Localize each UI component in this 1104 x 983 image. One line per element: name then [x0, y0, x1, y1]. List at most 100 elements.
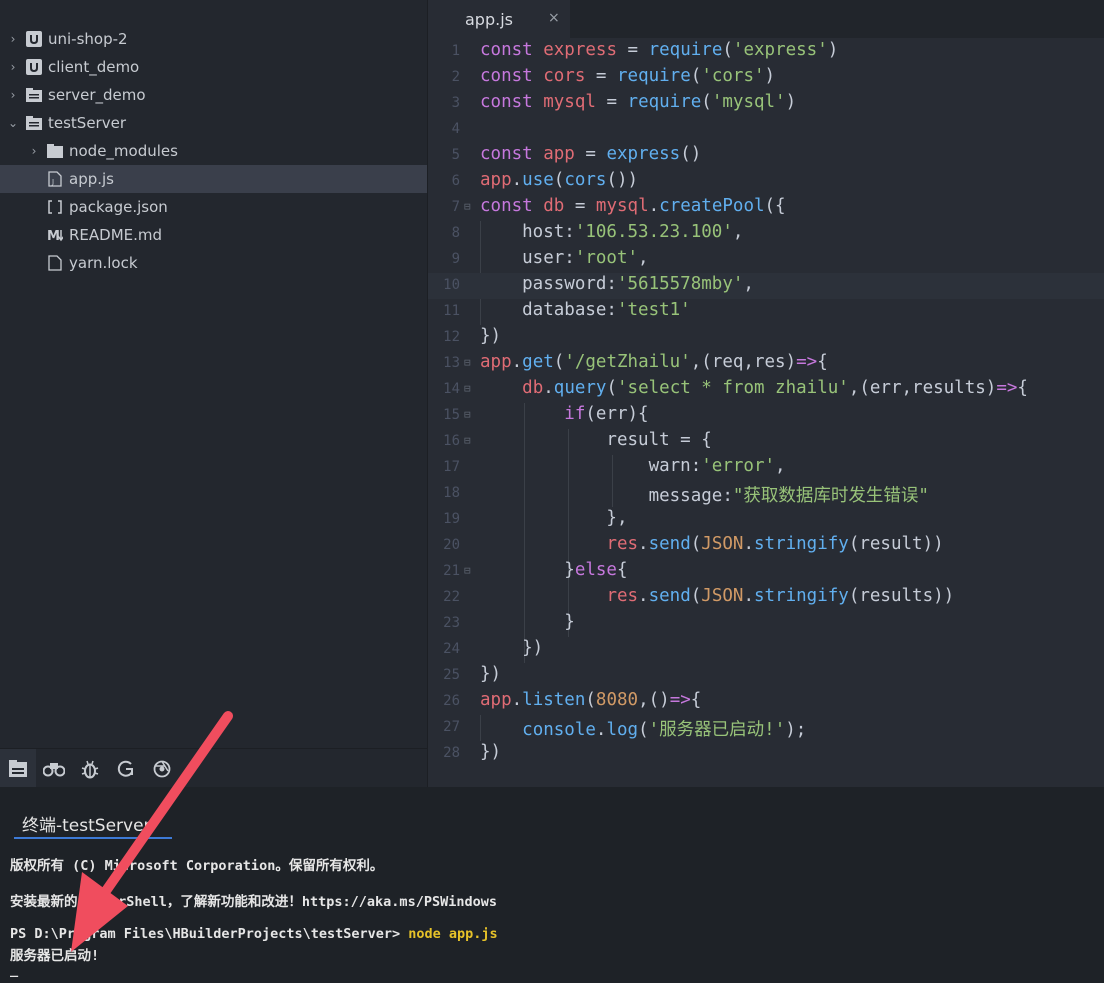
- fold-toggle-icon[interactable]: ⊟: [464, 200, 471, 213]
- code-line[interactable]: 8 host:'106.53.23.100',: [428, 221, 1104, 247]
- code-token: get: [522, 352, 554, 372]
- code-token: const: [480, 66, 533, 86]
- code-token: app: [480, 170, 512, 190]
- code-area[interactable]: 1 const express = require('express') 2 cons…: [428, 39, 1104, 767]
- code-token: (results)): [848, 586, 955, 606]
- tree-item-readme-md[interactable]: M README.md: [0, 221, 427, 249]
- code-text: user:'root',: [480, 248, 649, 268]
- code-text: }: [480, 612, 575, 632]
- line-number: 8: [451, 225, 460, 241]
- tree-item-server-demo[interactable]: › server_demo: [0, 81, 427, 109]
- tree-item-yarn-lock[interactable]: yarn.lock: [0, 249, 427, 277]
- git-icon[interactable]: [108, 749, 144, 788]
- code-line[interactable]: 12}): [428, 325, 1104, 351]
- code-line[interactable]: 2 const cors = require('cors'): [428, 65, 1104, 91]
- code-line[interactable]: 26 app.listen(8080,()=>{: [428, 689, 1104, 715]
- code-token: "获取数据库时发生错误": [732, 486, 929, 506]
- code-line[interactable]: 13 ⊟ app.get('/getZhailu',(req,res)=>{: [428, 351, 1104, 377]
- close-icon[interactable]: ×: [548, 10, 560, 26]
- search-binoculars-icon[interactable]: [36, 749, 72, 788]
- tree-item-uni-shop-2[interactable]: › uni-shop-2: [0, 25, 427, 53]
- code-line[interactable]: 11 database:'test1': [428, 299, 1104, 325]
- code-token: ,: [638, 248, 649, 268]
- terminal-cursor[interactable]: _: [10, 962, 18, 978]
- code-line[interactable]: 22 res.send(JSON.stringify(results)): [428, 585, 1104, 611]
- code-line[interactable]: 15 ⊟ if(err){: [428, 403, 1104, 429]
- code-line[interactable]: 6 app.use(cors()): [428, 169, 1104, 195]
- tree-item-node-modules[interactable]: › node_modules: [0, 137, 427, 165]
- code-token: ): [827, 40, 839, 60]
- line-number: 6: [451, 173, 460, 189]
- code-line[interactable]: 23 }: [428, 611, 1104, 637]
- code-line[interactable]: 28}): [428, 741, 1104, 767]
- terminal-tab[interactable]: 终端-testServer: [14, 809, 172, 839]
- line-number: 25: [443, 667, 460, 683]
- code-line[interactable]: 3 const mysql = require('mysql'): [428, 91, 1104, 117]
- code-line[interactable]: 18 message:"获取数据库时发生错误": [428, 481, 1104, 507]
- fold-toggle-icon[interactable]: ⊟: [464, 564, 471, 577]
- code-line[interactable]: 10 password:'5615578mby',: [428, 273, 1104, 299]
- code-token: else: [574, 560, 617, 580]
- fold-toggle-icon[interactable]: ⊟: [464, 356, 471, 369]
- code-token: ({: [764, 196, 786, 216]
- code-token: 'mysql': [711, 92, 786, 112]
- chevron-right-icon[interactable]: ›: [6, 32, 20, 46]
- tree-item-package-json[interactable]: package.json: [0, 193, 427, 221]
- code-text: res.send(JSON.stringify(result)): [480, 534, 943, 554]
- code-line[interactable]: 21 ⊟ }else{: [428, 559, 1104, 585]
- code-token: '服务器已启动!': [648, 720, 786, 740]
- line-number: 1: [451, 43, 460, 59]
- code-token: );: [785, 720, 807, 740]
- code-line[interactable]: 24 }): [428, 637, 1104, 663]
- code-line[interactable]: 9 user:'root',: [428, 247, 1104, 273]
- code-line[interactable]: 17 warn:'error',: [428, 455, 1104, 481]
- tree-item-label: README.md: [69, 226, 163, 244]
- tree-item-label: testServer: [48, 114, 126, 132]
- terminal-panel: 终端-testServer 版权所有 (C) Microsoft Corpora…: [0, 787, 1104, 983]
- chevron-down-icon[interactable]: ⌄: [6, 116, 20, 130]
- code-line[interactable]: 16 ⊟ result = {: [428, 429, 1104, 455]
- code-line[interactable]: 19 },: [428, 507, 1104, 533]
- code-line[interactable]: 14 ⊟ db.query('select * from zhailu',(err…: [428, 377, 1104, 403]
- tab-app-js[interactable]: app.js ×: [428, 0, 570, 38]
- line-number: 13: [443, 355, 460, 371]
- chevron-right-icon[interactable]: ›: [27, 144, 41, 158]
- project-manager-icon[interactable]: [0, 749, 36, 788]
- code-token: (: [690, 586, 702, 606]
- code-text: database:'test1': [480, 300, 691, 320]
- tree-item-testserver[interactable]: ⌄ testServer: [0, 109, 427, 137]
- chevron-right-icon[interactable]: ›: [6, 60, 20, 74]
- code-line[interactable]: 7 ⊟ const db = mysql.createPool({: [428, 195, 1104, 221]
- code-token: ,(req,res): [690, 352, 797, 372]
- code-token: =>: [796, 352, 818, 372]
- fold-toggle-icon[interactable]: ⊟: [464, 408, 471, 421]
- code-line[interactable]: 1 const express = require('express'): [428, 39, 1104, 65]
- debug-bug-icon[interactable]: [72, 749, 108, 788]
- code-line[interactable]: 25}): [428, 663, 1104, 689]
- code-token: console: [522, 720, 596, 740]
- tree-item-app-js[interactable]: Japp.js: [0, 165, 427, 193]
- code-line[interactable]: 27 console.log('服务器已启动!');: [428, 715, 1104, 741]
- code-line[interactable]: 20 res.send(JSON.stringify(result)): [428, 533, 1104, 559]
- fold-toggle-icon[interactable]: ⊟: [464, 434, 471, 447]
- code-token: (: [701, 92, 712, 112]
- markdown-icon: M: [47, 227, 63, 243]
- code-token: const: [480, 92, 533, 112]
- code-line[interactable]: 5 const app = express(): [428, 143, 1104, 169]
- fold-toggle-icon[interactable]: ⊟: [464, 382, 471, 395]
- code-token: (: [553, 170, 565, 190]
- code-token: {: [1017, 378, 1028, 398]
- chevron-right-icon[interactable]: ›: [6, 88, 20, 102]
- code-text: result = {: [480, 430, 711, 450]
- code-text: app.get('/getZhailu',(req,res)=>{: [480, 352, 828, 372]
- code-line[interactable]: 4: [428, 117, 1104, 143]
- tree-item-client-demo[interactable]: › client_demo: [0, 53, 427, 81]
- line-number: 7: [451, 199, 460, 215]
- code-text: }): [480, 742, 501, 762]
- code-token: require: [627, 92, 702, 112]
- code-token: =>: [996, 378, 1018, 398]
- browser-icon[interactable]: [144, 749, 180, 788]
